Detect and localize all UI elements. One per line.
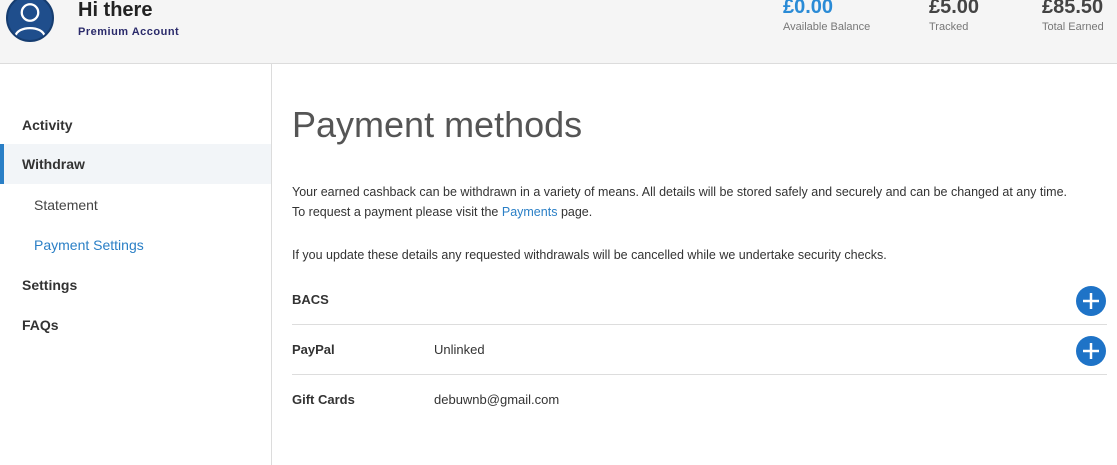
tracked-label: Tracked bbox=[929, 21, 969, 33]
sidebar-item-activity[interactable]: Activity bbox=[0, 105, 271, 145]
payments-link[interactable]: Payments bbox=[502, 205, 558, 219]
available-balance-label: Available Balance bbox=[783, 21, 871, 33]
sidebar: Activity Withdraw Statement Payment Sett… bbox=[0, 64, 272, 465]
method-name: BACS bbox=[292, 292, 329, 307]
page-title: Payment methods bbox=[292, 104, 583, 145]
total-earned-amount: £85.50 bbox=[1042, 0, 1104, 18]
sidebar-item-faqs[interactable]: FAQs bbox=[0, 305, 271, 345]
payment-method-row: BACS bbox=[292, 275, 1107, 325]
method-name: PayPal bbox=[292, 342, 335, 357]
header: Hi there Premium Account £0.00 Available… bbox=[0, 0, 1117, 64]
greeting: Hi there bbox=[78, 0, 153, 21]
intro-text: Your earned cashback can be withdrawn in… bbox=[292, 182, 1117, 222]
payment-method-row: PayPal Unlinked bbox=[292, 325, 1107, 375]
sidebar-item-settings[interactable]: Settings bbox=[0, 265, 271, 305]
tracked-amount: £5.00 bbox=[929, 0, 980, 18]
plus-icon bbox=[1083, 343, 1099, 359]
payment-method-row: Gift Cards debuwnb@gmail.com bbox=[292, 375, 1107, 425]
account-type: Premium Account bbox=[78, 26, 180, 38]
intro-suffix: page. bbox=[560, 205, 593, 219]
total-earned: £85.50 Total Earned bbox=[1042, 0, 1104, 33]
sidebar-item-statement[interactable]: Statement bbox=[0, 185, 271, 225]
user-icon[interactable] bbox=[6, 0, 54, 42]
method-status: Unlinked bbox=[434, 342, 485, 357]
add-paypal-button[interactable] bbox=[1076, 336, 1106, 366]
warning-text: If you update these details any requeste… bbox=[292, 248, 887, 262]
method-status: debuwnb@gmail.com bbox=[434, 392, 560, 407]
total-earned-label: Total Earned bbox=[1042, 21, 1104, 33]
intro-prefix: To request a payment please visit the bbox=[292, 205, 499, 219]
available-balance: £0.00 Available Balance bbox=[783, 0, 870, 33]
available-balance-amount: £0.00 bbox=[783, 0, 834, 18]
sidebar-item-withdraw[interactable]: Withdraw bbox=[0, 144, 271, 184]
add-bacs-button[interactable] bbox=[1076, 286, 1106, 316]
tracked-balance: £5.00 Tracked bbox=[929, 0, 979, 33]
intro-line-1: Your earned cashback can be withdrawn in… bbox=[292, 185, 1067, 199]
method-name: Gift Cards bbox=[292, 392, 355, 407]
plus-icon bbox=[1083, 293, 1099, 309]
sidebar-item-payment-settings[interactable]: Payment Settings bbox=[0, 225, 271, 265]
